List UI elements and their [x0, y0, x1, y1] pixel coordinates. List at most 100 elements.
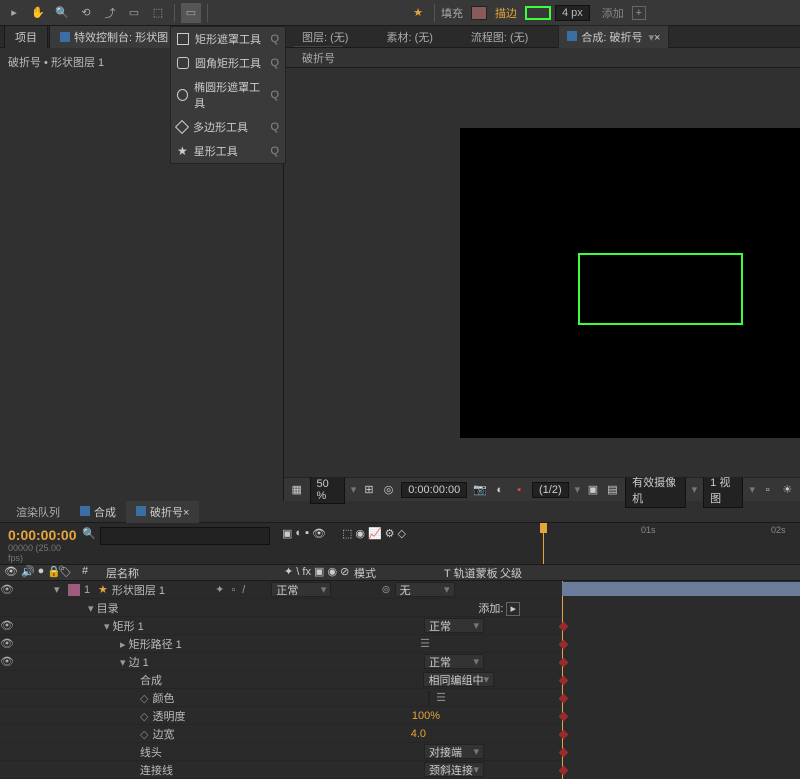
rect-group-mode[interactable]: 正常▾ [424, 618, 484, 633]
rect-tool-icon[interactable]: ▭ [181, 3, 201, 23]
keyframe[interactable] [559, 694, 569, 704]
comp-mini-icon[interactable]: ▣ [282, 527, 292, 540]
target-icon[interactable]: ◎ [382, 483, 396, 496]
frame-blend-icon[interactable]: ⬚ [342, 527, 352, 540]
visibility-toggle[interactable]: 👁 [0, 637, 14, 650]
close-icon[interactable]: × [654, 32, 660, 44]
keyframe[interactable] [559, 730, 569, 740]
selection-tool-icon[interactable]: ▸ [4, 3, 24, 23]
shy-icon[interactable]: 👁 [312, 527, 326, 540]
rounded-rect-tool-item[interactable]: 圆角矩形工具Q [171, 51, 285, 75]
preview-timecode[interactable]: 0:00:00:00 [401, 482, 467, 498]
visibility-toggle[interactable]: 👁 [0, 583, 14, 596]
stopwatch-icon[interactable]: ◇ [140, 729, 148, 741]
tab-footage[interactable]: 素材: (无) [378, 26, 440, 48]
ellipse-tool-item[interactable]: 椭圆形遮罩工具Q [171, 75, 285, 115]
contents-twirl[interactable] [88, 603, 94, 615]
zoom-tool-icon[interactable]: 🔍 [52, 3, 72, 23]
tracks-area[interactable] [560, 581, 800, 779]
parent-dropdown[interactable]: 无▾ [395, 582, 455, 597]
stroke-width-field[interactable]: 4 px [555, 5, 590, 21]
motionblur-icon[interactable]: ◉ [355, 527, 365, 540]
color-link-icon[interactable]: ☰ [436, 692, 446, 704]
line-join-dropdown[interactable]: 颈斜连接▾ [424, 762, 484, 777]
keyframe[interactable] [559, 748, 569, 758]
visibility-toggle[interactable]: 👁 [0, 619, 14, 632]
star-icon[interactable]: ★ [408, 3, 428, 23]
resolution-dropdown[interactable]: (1/2) [532, 482, 569, 498]
channel-icon[interactable]: ◐ [493, 484, 507, 496]
tab-project[interactable]: 项目 [4, 25, 48, 48]
keyframe[interactable] [559, 766, 569, 776]
shape-rectangle[interactable] [578, 253, 743, 325]
switches-strip[interactable]: ✦ ▫ / [215, 583, 247, 596]
rgb-icon[interactable]: ▪ [512, 484, 526, 496]
stroke-mode[interactable]: 正常▾ [424, 654, 484, 669]
resolution-icon[interactable]: ⊞ [362, 483, 376, 496]
tab-flowchart[interactable]: 流程图: (无) [463, 26, 536, 48]
exposure-icon[interactable]: ☀ [781, 483, 795, 496]
brainstorm-icon[interactable]: ⚙ [385, 527, 395, 540]
fill-swatch[interactable] [471, 6, 487, 20]
stroke-color-swatch[interactable] [428, 691, 430, 705]
add-button[interactable]: + [632, 6, 646, 20]
guides-icon[interactable]: ▤ [606, 483, 620, 496]
stroke-width-value[interactable]: 4.0 [411, 728, 426, 740]
hw-icon[interactable]: ▪ [305, 527, 309, 539]
keyframe[interactable] [559, 658, 569, 668]
keyframe[interactable] [559, 622, 569, 632]
tab-active-comp[interactable]: 破折号× [126, 501, 199, 523]
current-time-indicator[interactable] [543, 523, 544, 564]
time-ruler[interactable]: 01s 02s [541, 523, 800, 564]
panbehind-tool-icon[interactable]: ⬚ [148, 3, 168, 23]
zoom-dropdown[interactable]: 50 % [310, 476, 345, 504]
hand-tool-icon[interactable]: ✋ [28, 3, 48, 23]
rect-path-twirl[interactable] [120, 639, 126, 651]
pixel-aspect-icon[interactable]: ▫ [761, 484, 775, 496]
stroke-swatch[interactable] [525, 6, 551, 20]
keyframe[interactable] [559, 640, 569, 650]
grid-icon[interactable]: ▦ [290, 483, 304, 496]
pickwhip-icon[interactable]: ⊚ [381, 583, 390, 596]
add-label: 添加 [602, 5, 624, 21]
visibility-toggle[interactable]: 👁 [0, 655, 14, 668]
layer-twirl[interactable] [54, 583, 64, 596]
add-contents-button[interactable]: 添加: ▸ [478, 600, 520, 616]
tab-render-queue[interactable]: 渲染队列 [6, 501, 70, 523]
path-link-icon[interactable]: ☰ [420, 637, 430, 650]
camera-tool-icon[interactable]: ▭ [124, 3, 144, 23]
tab-composition-tl[interactable]: 合成 [70, 501, 126, 523]
draft3d-icon[interactable]: ◐ [295, 527, 302, 539]
stroke-twirl[interactable] [120, 657, 126, 669]
tab-effect-controls[interactable]: 特效控制台: 形状图 [49, 25, 179, 48]
layer-number: 1 [84, 584, 98, 596]
layer-name[interactable]: 形状图层 1 [112, 582, 165, 598]
line-cap-dropdown[interactable]: 对接端▾ [424, 744, 484, 759]
composition-viewer[interactable] [284, 68, 800, 477]
blend-mode-dropdown[interactable]: 正常▾ [271, 582, 331, 597]
tab-layer[interactable]: 图层: (无) [294, 26, 356, 48]
stopwatch-icon[interactable]: ◇ [140, 693, 148, 705]
close-tab-icon[interactable]: × [183, 507, 189, 519]
rotate-tool-icon[interactable]: ⤴ [100, 3, 120, 23]
orbit-tool-icon[interactable]: ⟲ [76, 3, 96, 23]
rect-group-twirl[interactable] [104, 621, 110, 633]
graph-icon[interactable]: 📈 [368, 527, 382, 540]
keyframe[interactable] [559, 712, 569, 722]
stopwatch-icon[interactable]: ◇ [140, 711, 148, 723]
layer-track-bar[interactable] [562, 582, 800, 596]
sub-tab-comp-name[interactable]: 破折号 [294, 46, 343, 69]
keyframe[interactable] [559, 676, 569, 686]
timeline-search-input[interactable] [100, 527, 270, 545]
region-icon[interactable]: ▣ [586, 483, 600, 496]
snapshot-icon[interactable]: 📷 [473, 483, 487, 496]
layer-color-swatch[interactable] [68, 584, 80, 596]
rect-mask-tool-item[interactable]: 矩形遮罩工具Q [171, 27, 285, 51]
tab-composition[interactable]: 合成: 破折号▾× [558, 25, 669, 48]
composite-dropdown[interactable]: 相同编组中▾ [423, 672, 494, 687]
current-timecode[interactable]: 0:00:00:00 [8, 527, 74, 543]
star-tool-item[interactable]: ★星形工具Q [171, 139, 285, 163]
polygon-tool-item[interactable]: 多边形工具Q [171, 115, 285, 139]
opacity-value[interactable]: 100% [412, 710, 440, 722]
autokeyframe-icon[interactable]: ◇ [398, 527, 406, 540]
